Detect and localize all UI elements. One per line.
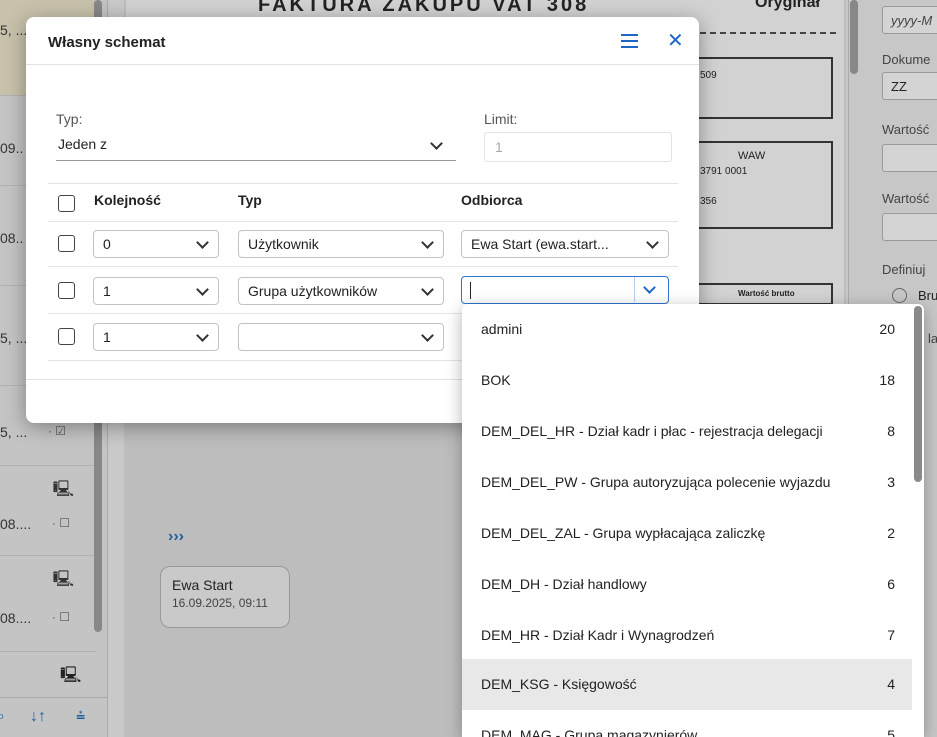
menu-icon[interactable] bbox=[620, 31, 640, 51]
chevron-down-icon bbox=[421, 283, 434, 296]
chevron-down-icon bbox=[196, 236, 209, 249]
list-item[interactable]: DEM_MAG - Grupa magazynierów 5 bbox=[462, 710, 912, 737]
row-checkbox[interactable] bbox=[58, 328, 75, 345]
order-select[interactable]: 1 bbox=[93, 323, 219, 351]
list-item[interactable]: DEM_DEL_HR - Dział kadr i płac - rejestr… bbox=[462, 406, 912, 457]
divider bbox=[48, 266, 678, 267]
list-item[interactable]: DEM_DEL_ZAL - Grupa wypłacająca zaliczkę… bbox=[462, 508, 912, 559]
filter-icon[interactable]: ⩮ bbox=[76, 708, 85, 726]
expand-arrow-icon[interactable]: ››› bbox=[168, 528, 184, 546]
list-item[interactable]: 🖳 08.... · ☐ bbox=[0, 556, 96, 652]
divider bbox=[700, 32, 836, 34]
chevron-down-icon bbox=[196, 283, 209, 296]
type-select[interactable] bbox=[238, 323, 444, 351]
list-item[interactable]: admini 20 bbox=[462, 304, 912, 355]
column-header-recipient: Odbiorca bbox=[461, 192, 523, 208]
recipient-combobox[interactable] bbox=[461, 276, 669, 304]
limit-label: Limit: bbox=[484, 111, 518, 127]
order-select[interactable]: 0 bbox=[93, 230, 219, 258]
chevron-down-icon bbox=[646, 236, 659, 249]
desktop-icon: 🖳 bbox=[52, 571, 74, 588]
document-box bbox=[693, 57, 833, 119]
type-select[interactable]: Jeden z bbox=[56, 131, 456, 161]
list-item[interactable]: DEM_DEL_PW - Grupa autoryzująca poleceni… bbox=[462, 457, 912, 508]
type-select[interactable]: Użytkownik bbox=[238, 230, 444, 258]
list-item[interactable]: 🖳 08.... · ☐ bbox=[0, 466, 96, 556]
row-checkbox[interactable] bbox=[58, 282, 75, 299]
row-checkbox[interactable] bbox=[58, 235, 75, 252]
recipient-select[interactable]: Ewa Start (ewa.start... bbox=[461, 230, 669, 258]
value-field[interactable] bbox=[882, 144, 937, 172]
date-field[interactable]: yyyy-M bbox=[882, 6, 937, 34]
right-scrollbar[interactable] bbox=[850, 0, 858, 74]
radio-button[interactable] bbox=[892, 288, 907, 303]
list-item[interactable]: DEM_HR - Dział Kadr i Wynagrodzeń 7 bbox=[462, 610, 912, 661]
list-item[interactable]: BOK 18 bbox=[462, 355, 912, 406]
divider bbox=[48, 183, 678, 184]
close-icon[interactable]: ✕ bbox=[667, 28, 684, 53]
desktop-icon: 🖳 bbox=[52, 481, 74, 498]
divider bbox=[26, 64, 699, 65]
limit-input: 1 bbox=[484, 132, 672, 162]
flow-step-card[interactable]: Ewa Start 16.09.2025, 09:11 bbox=[160, 566, 290, 628]
select-all-checkbox[interactable] bbox=[58, 195, 75, 212]
value-field[interactable] bbox=[882, 213, 937, 241]
search-icon[interactable]: ⌕ bbox=[0, 708, 5, 726]
chevron-down-icon bbox=[421, 236, 434, 249]
sort-icon[interactable]: ↓↑ bbox=[30, 708, 46, 726]
column-header-type: Typ bbox=[238, 192, 262, 208]
chevron-down-icon[interactable] bbox=[643, 281, 656, 294]
desktop-icon: 🖳 bbox=[60, 667, 82, 684]
type-select[interactable]: Grupa użytkowników bbox=[238, 277, 444, 305]
order-select[interactable]: 1 bbox=[93, 277, 219, 305]
type-label: Typ: bbox=[56, 111, 83, 127]
column-header-order: Kolejność bbox=[94, 192, 161, 208]
chevron-down-icon bbox=[196, 329, 209, 342]
chevron-down-icon bbox=[421, 329, 434, 342]
document-field[interactable]: ZZ bbox=[882, 72, 937, 100]
dialog-title: Własny schemat bbox=[48, 34, 166, 51]
left-footer-toolbar: ⌕ ↓↑ ⩮ bbox=[0, 697, 108, 737]
text-caret bbox=[470, 282, 471, 299]
divider bbox=[48, 221, 678, 222]
list-item-highlighted[interactable]: DEM_KSG - Księgowość 4 bbox=[462, 659, 912, 710]
chevron-down-icon bbox=[430, 137, 443, 150]
list-item[interactable]: DEM_DH - Dział handlowy 6 bbox=[462, 559, 912, 610]
recipient-dropdown-list: admini 20 BOK 18 DEM_DEL_HR - Dział kadr… bbox=[462, 304, 924, 737]
checkbox-icon: · ☑ bbox=[47, 424, 66, 438]
dropdown-scrollbar[interactable] bbox=[914, 306, 922, 482]
